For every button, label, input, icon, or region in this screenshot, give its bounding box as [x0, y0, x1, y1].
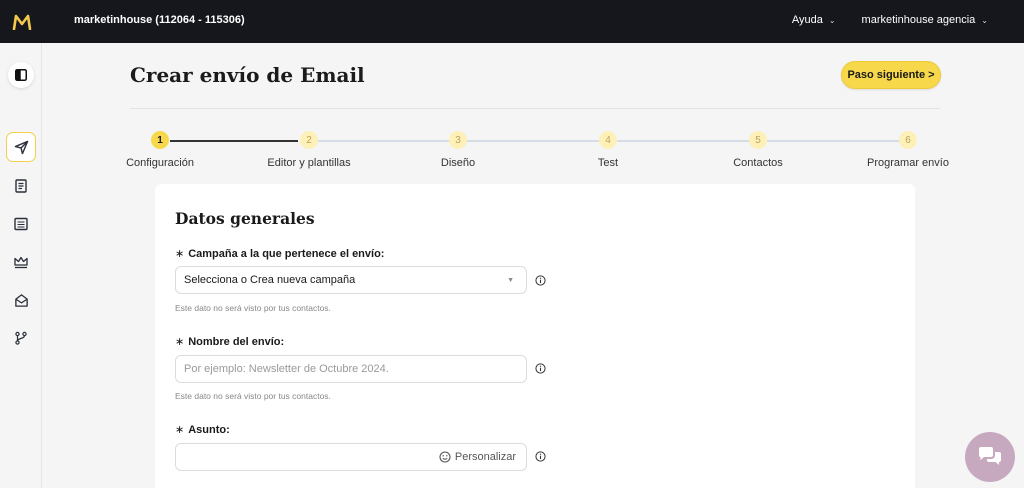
step-3-indicator[interactable]: 3 [449, 131, 467, 149]
name-label-text: Nombre del envío: [188, 336, 285, 348]
document-icon [15, 179, 27, 193]
smiley-icon [439, 451, 451, 463]
list-icon [14, 217, 28, 231]
step-3-label[interactable]: Diseño [398, 157, 518, 169]
step-6-label[interactable]: Programar envío [848, 157, 968, 169]
send-icon [14, 140, 28, 154]
campaign-select-value: Selecciona o Crea nueva campaña [184, 274, 356, 286]
general-data-card: Datos generales ∗ Campaña a la que perten… [155, 184, 915, 488]
step-5-label[interactable]: Contactos [698, 157, 818, 169]
sidebar-toggle-button[interactable] [8, 62, 34, 88]
required-asterisk: ∗ [175, 336, 185, 348]
info-icon[interactable] [535, 363, 546, 374]
sidebar-item-inbox[interactable] [6, 285, 36, 315]
section-title: Datos generales [175, 209, 315, 228]
sidebar-item-automations[interactable] [6, 323, 36, 353]
agency-menu[interactable]: marketinhouse agencia ⌄ [862, 14, 988, 26]
campaign-label-text: Campaña a la que pertenece el envío: [188, 248, 385, 260]
step-5-indicator[interactable]: 5 [749, 131, 767, 149]
sidebar-item-send[interactable] [6, 132, 36, 162]
step-1-label[interactable]: Configuración [100, 157, 220, 169]
info-icon[interactable] [535, 451, 546, 462]
page-title: Crear envío de Email [130, 63, 365, 87]
agency-label: marketinhouse agencia [861, 14, 976, 26]
campaign-select[interactable]: Selecciona o Crea nueva campaña ▼ [175, 266, 527, 294]
subject-label-text: Asunto: [188, 424, 230, 436]
chat-button[interactable] [965, 432, 1015, 482]
step-6-indicator[interactable]: 6 [899, 131, 917, 149]
required-asterisk: ∗ [175, 248, 185, 260]
campaign-field-label: ∗ Campaña a la que pertenece el envío: [175, 247, 384, 260]
name-input-placeholder: Por ejemplo: Newsletter de Octubre 2024. [184, 363, 389, 375]
sidebar-toggle-icon [15, 69, 27, 81]
step-connector [467, 140, 599, 142]
chat-icon [979, 447, 1001, 465]
chevron-down-icon: ⌄ [828, 15, 836, 25]
next-step-button[interactable]: Paso siguiente > [841, 61, 941, 89]
step-connector [318, 140, 449, 142]
step-connector [767, 140, 899, 142]
logo[interactable] [0, 0, 44, 43]
step-4-indicator[interactable]: 4 [599, 131, 617, 149]
sidebar [0, 43, 42, 488]
campaign-help-text: Este dato no será visto por tus contacto… [175, 303, 331, 313]
help-menu[interactable]: Ayuda ⌄ [792, 14, 836, 26]
help-label: Ayuda [791, 14, 823, 26]
crown-icon [14, 256, 28, 269]
top-bar: marketinhouse (112064 - 115306) Ayuda ⌄ … [0, 0, 1024, 43]
step-connector [170, 140, 298, 142]
sidebar-item-premium[interactable] [6, 247, 36, 277]
step-1-indicator[interactable]: 1 [151, 131, 169, 149]
main-content: Crear envío de Email Paso siguiente > 1 … [42, 43, 1024, 488]
step-4-label[interactable]: Test [548, 157, 668, 169]
step-connector [617, 140, 749, 142]
account-name: marketinhouse (112064 - 115306) [74, 14, 245, 26]
sidebar-item-documents[interactable] [6, 171, 36, 201]
name-input[interactable]: Por ejemplo: Newsletter de Octubre 2024. [175, 355, 527, 383]
mail-open-icon [14, 293, 28, 307]
required-asterisk: ∗ [175, 424, 185, 436]
info-icon[interactable] [535, 275, 546, 286]
step-2-indicator[interactable]: 2 [300, 131, 318, 149]
subject-input[interactable]: Personalizar [175, 443, 527, 471]
personalize-button[interactable]: Personalizar [439, 451, 516, 463]
stepper: 1 2 3 4 5 6 Configuración Editor y plant… [42, 131, 1024, 171]
chevron-down-icon: ⌄ [981, 15, 988, 25]
step-2-label[interactable]: Editor y plantillas [249, 157, 369, 169]
name-field-label: ∗ Nombre del envío: [175, 335, 284, 348]
sidebar-item-lists[interactable] [6, 209, 36, 239]
divider [130, 108, 940, 109]
logo-icon [12, 14, 32, 30]
name-help-text: Este dato no será visto por tus contacto… [175, 391, 331, 401]
personalize-label: Personalizar [454, 451, 516, 463]
caret-down-icon: ▼ [507, 276, 514, 284]
subject-field-label: ∗ Asunto: [175, 423, 230, 436]
branch-icon [15, 331, 27, 345]
